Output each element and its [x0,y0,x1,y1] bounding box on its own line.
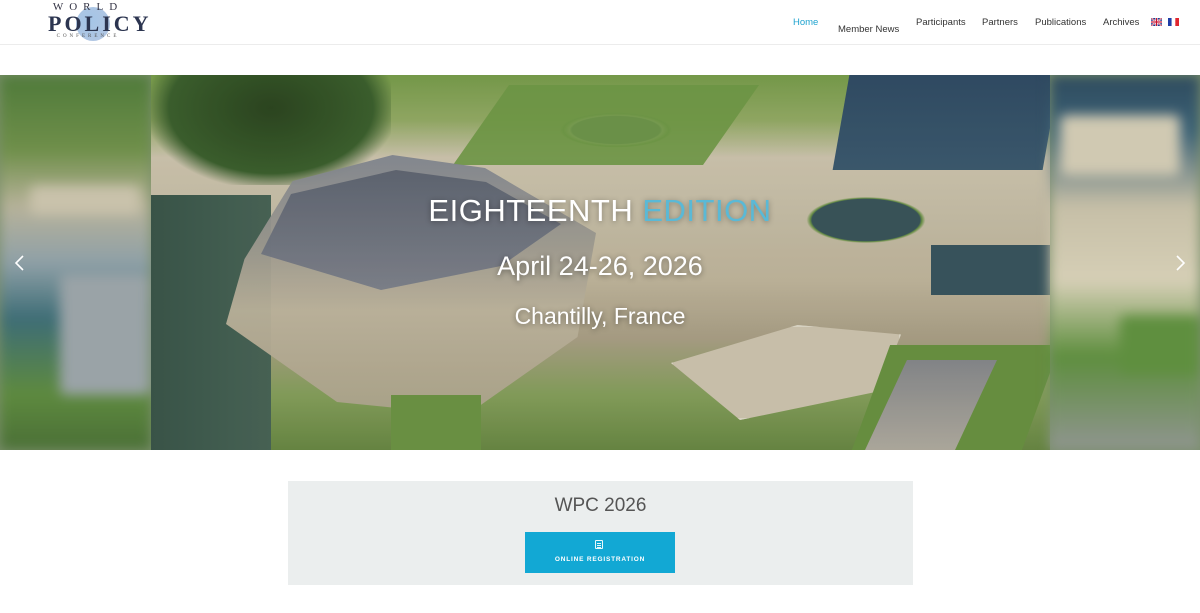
chevron-right-icon[interactable] [1172,253,1188,273]
slide-title-main: EIGHTEENTH [428,193,634,228]
slide-title: EIGHTEENTH EDITION [0,193,1200,229]
nav-item-archives[interactable]: Archives [1103,17,1139,28]
logo[interactable]: WORLD POLICY CONFERENCE [48,1,149,43]
online-registration-button[interactable]: ONLINE REGISTRATION [525,532,675,573]
nav-item-partners[interactable]: Partners [982,17,1018,28]
registration-panel: WPC 2026 ONLINE REGISTRATION [288,481,913,585]
french-flag-icon[interactable] [1168,18,1179,26]
logo-line-3: CONFERENCE [56,34,120,39]
nav-item-member-news[interactable]: Member News [838,24,899,35]
chevron-left-icon[interactable] [12,253,28,273]
slide-location: Chantilly, France [514,303,686,329]
slide-title-accent: EDITION [642,193,772,228]
nav-item-participants[interactable]: Participants [916,17,966,28]
site-header: WORLD POLICY CONFERENCE Home Member News… [0,0,1200,45]
online-registration-label: ONLINE REGISTRATION [554,556,646,563]
hero-slider[interactable]: EIGHTEENTH EDITION April 24-26, 2026 Cha… [0,75,1200,450]
nav-item-home[interactable]: Home [793,17,818,28]
slide-date: April 24-26, 2026 [497,251,703,281]
document-icon [595,540,603,549]
section-title: WPC 2026 [554,495,647,516]
english-flag-icon[interactable] [1151,18,1162,26]
nav-item-publications[interactable]: Publications [1035,17,1086,28]
